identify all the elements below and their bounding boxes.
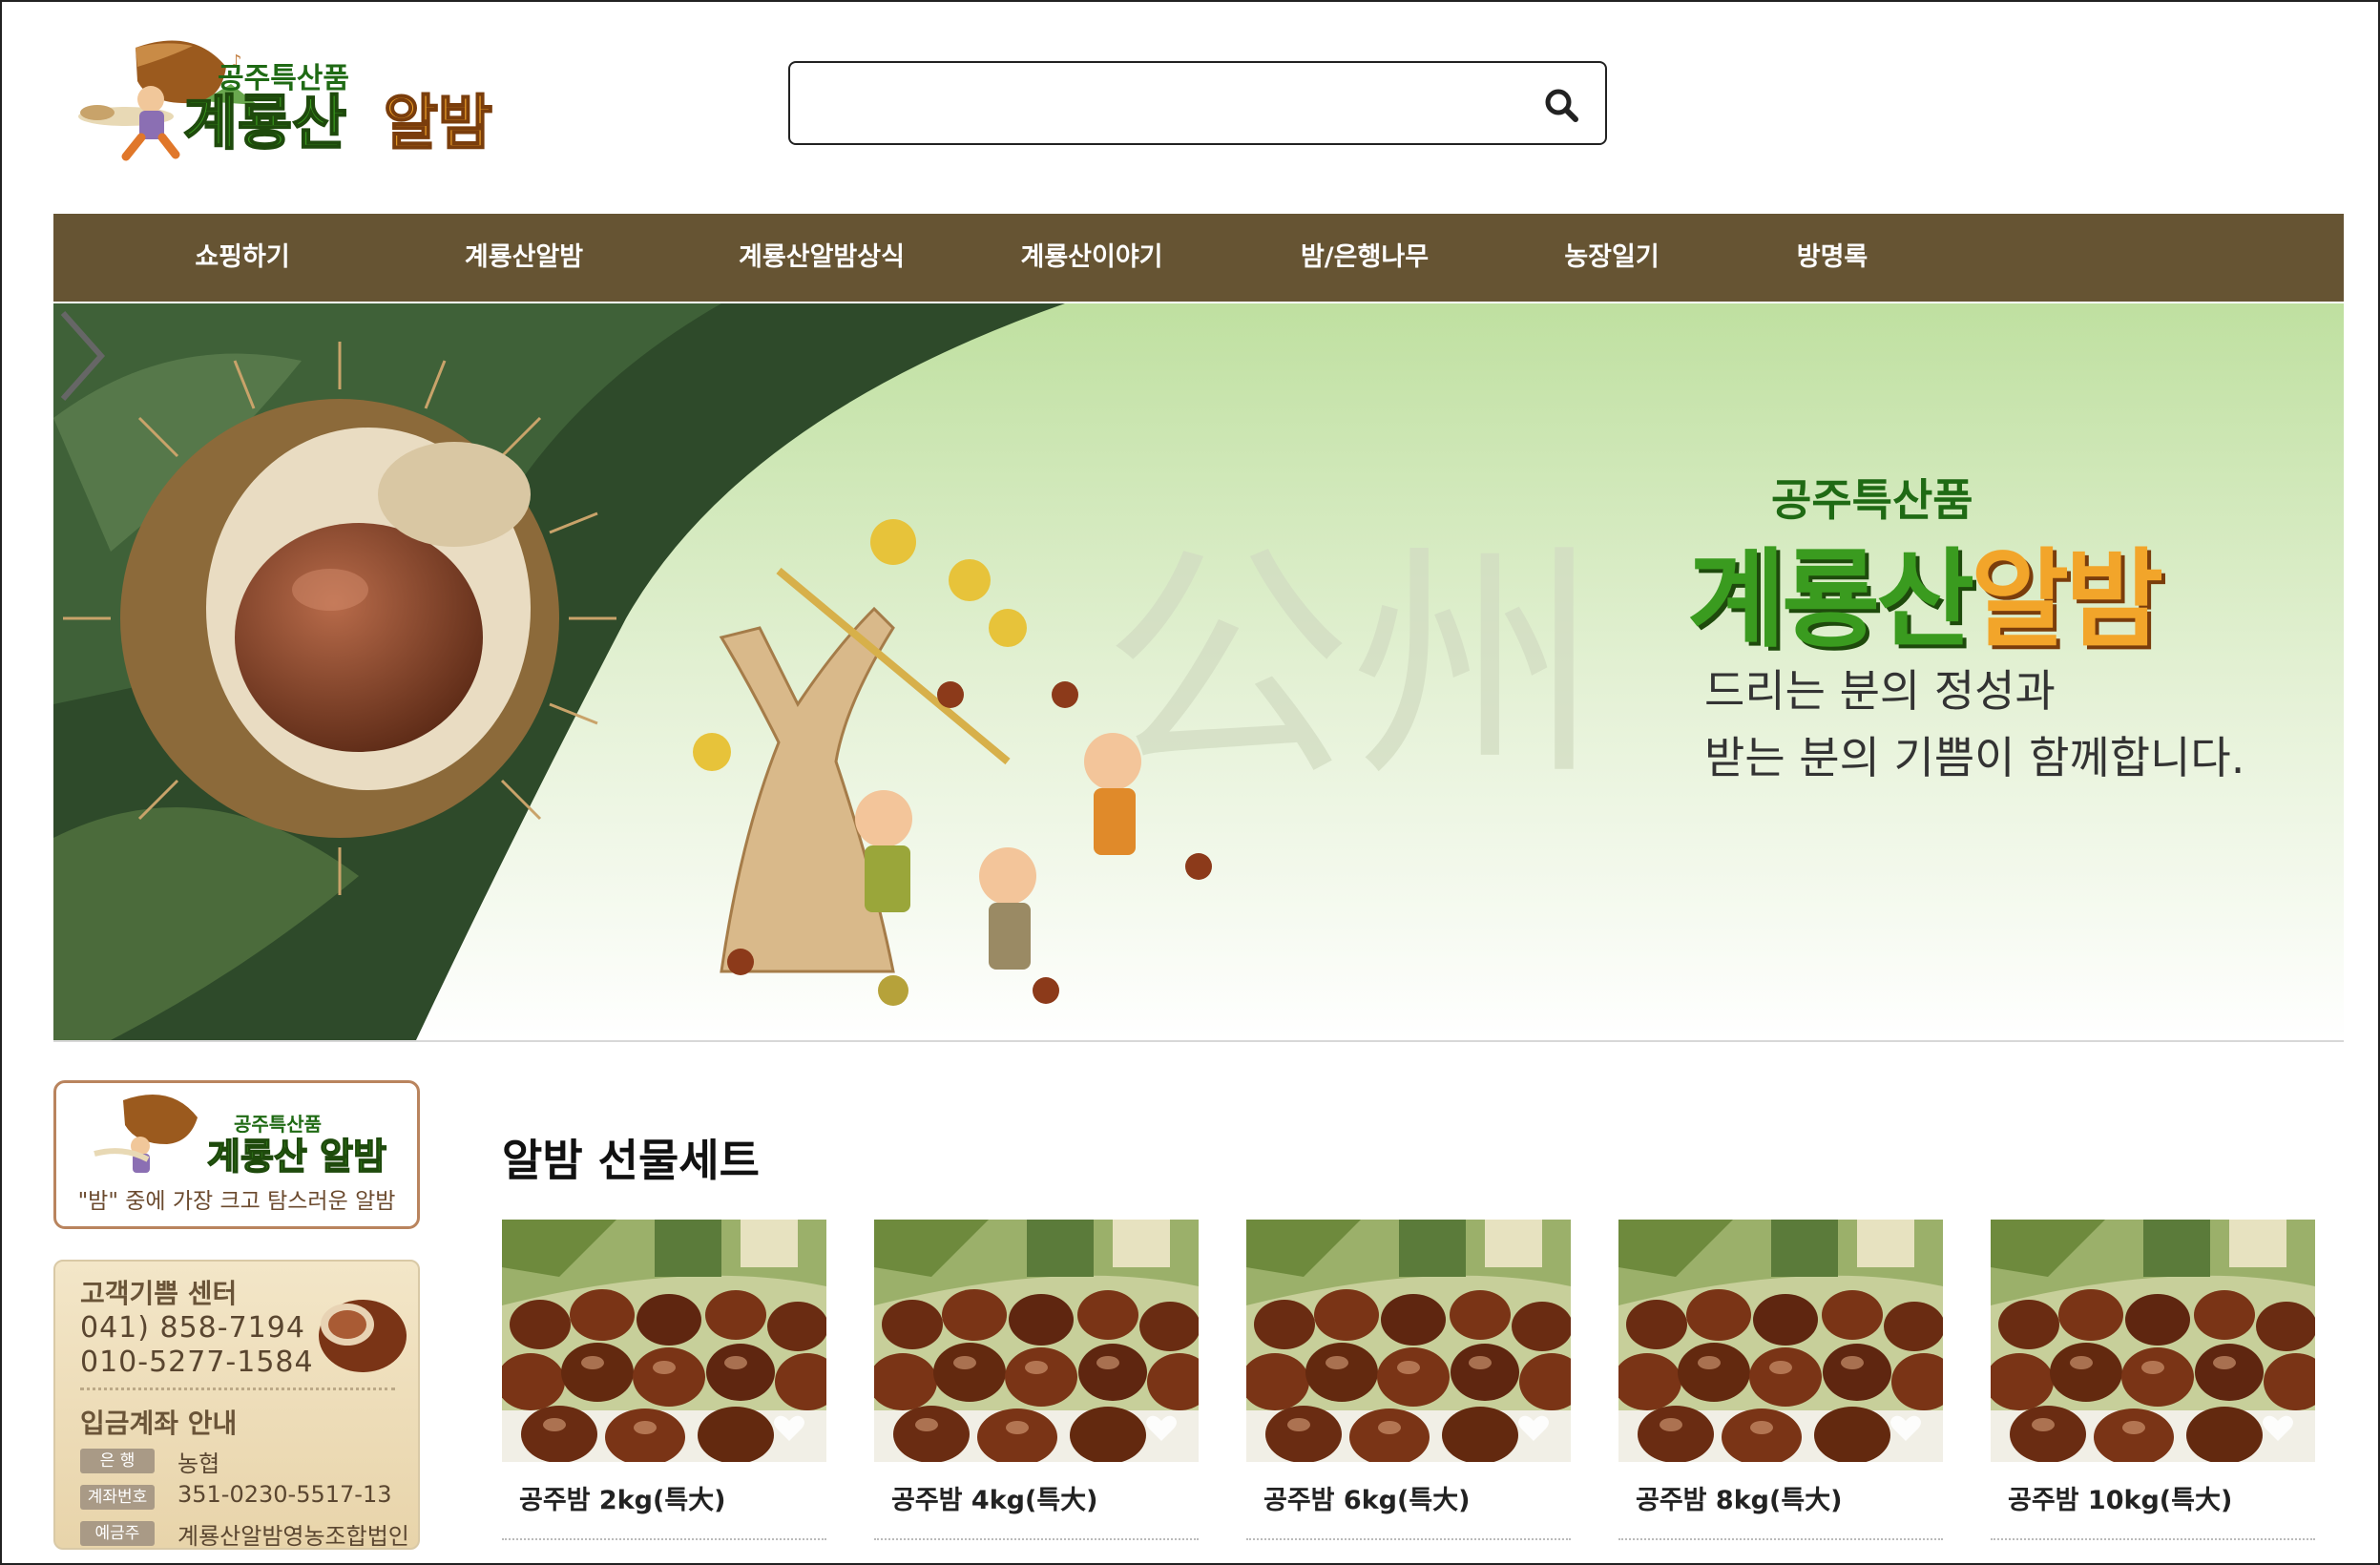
product-image[interactable] [1618, 1220, 1943, 1462]
search-box[interactable] [788, 61, 1607, 145]
site-logo[interactable]: ♪ 공주특산품 계룡산 알밤 [59, 29, 574, 172]
heart-icon[interactable] [2262, 1414, 2294, 1443]
nav-item-chestnut[interactable]: 계룡산알밤 [465, 214, 583, 302]
product-card[interactable]: 공주밤 6kg(특大) [1246, 1220, 1571, 1544]
sidebar-tagline: "밤" 중에 가장 크고 탐스러운 알밤 [77, 1189, 396, 1214]
account-number-label: 계좌번호 [80, 1485, 155, 1510]
card-divider [1618, 1538, 1943, 1540]
bank-value: 농협 [177, 1450, 220, 1477]
card-divider [874, 1538, 1199, 1540]
sidebar-logo-subtitle: 공주특산품 [234, 1113, 322, 1136]
chestnut-burr [63, 342, 616, 895]
search-input[interactable] [809, 76, 1519, 132]
search-icon[interactable] [1542, 86, 1580, 124]
heart-icon[interactable] [773, 1414, 805, 1443]
logo-name-part1: 계룡산 [183, 88, 346, 157]
bank-label: 은 행 [80, 1449, 155, 1473]
nav-item-chestnut-facts[interactable]: 계룡산알밤상식 [739, 214, 905, 302]
card-divider [1246, 1538, 1571, 1540]
customer-center-title: 고객기쁨 센터 [80, 1278, 238, 1309]
nav-item-shopping[interactable]: 쇼핑하기 [195, 214, 289, 302]
product-card[interactable]: 공주밤 2kg(특大) [502, 1220, 826, 1544]
product-name[interactable]: 공주밤 8kg(특大) [1636, 1479, 1843, 1516]
product-image[interactable] [1991, 1220, 2315, 1462]
nav-item-story[interactable]: 계룡산이야기 [1020, 214, 1162, 302]
hero-line-1: 드리는 분의 정성과 [1704, 665, 2056, 717]
hero-line-2: 받는 분의 기쁨이 함께합니다. [1704, 732, 2245, 783]
chestnut-icon [319, 1300, 407, 1372]
product-name[interactable]: 공주밤 10kg(특大) [2008, 1479, 2232, 1516]
card-divider [80, 1388, 395, 1390]
hero-watermark: 公州 [1103, 523, 1599, 811]
product-name[interactable]: 공주밤 6kg(특大) [1263, 1479, 1471, 1516]
section-title: 알밤 선물세트 [502, 1135, 760, 1186]
phone-number-1: 041) 858-7194 [80, 1311, 305, 1345]
product-image[interactable] [502, 1220, 826, 1462]
card-divider [1991, 1538, 2315, 1540]
product-image[interactable] [874, 1220, 1199, 1462]
sidebar-logo-illustration: 공주특산품 계룡산 알밤 [94, 1095, 387, 1179]
product-image[interactable] [1246, 1220, 1571, 1462]
nav-item-guestbook[interactable]: 방명록 [1797, 214, 1869, 302]
main-nav: 쇼핑하기 계룡산알밤 계룡산알밤상식 계룡산이야기 밤/은행나무 농장일기 방명… [53, 214, 2344, 302]
account-holder-value: 계룡산알밤영농조합법인 [177, 1523, 409, 1550]
sidebar-logo-name: 계룡산 알밤 [207, 1136, 386, 1178]
account-title: 입금계좌 안내 [80, 1408, 238, 1439]
product-card[interactable]: 공주밤 10kg(특大) [1991, 1220, 2315, 1544]
hero-brand-name: 계룡산알밤 [1687, 538, 2163, 662]
heart-icon[interactable] [1145, 1414, 1178, 1443]
logo-name-part2: 알밤 [384, 88, 492, 157]
product-name[interactable]: 공주밤 4kg(특大) [891, 1479, 1098, 1516]
account-number-value: 351-0230-5517-13 [177, 1481, 392, 1508]
product-card[interactable]: 공주밤 4kg(특大) [874, 1220, 1199, 1544]
heart-icon[interactable] [1889, 1414, 1922, 1443]
account-holder-label: 예금주 [80, 1521, 155, 1546]
chevron-right-icon[interactable] [53, 303, 111, 408]
logo-illustration: ♪ 공주특산품 계룡산 알밤 [78, 40, 493, 161]
nav-item-trees[interactable]: 밤/은행나무 [1301, 214, 1429, 302]
customer-center-card: 고객기쁨 센터 041) 858-7194 010-5277-1584 입금계좌… [53, 1260, 420, 1550]
phone-number-2: 010-5277-1584 [80, 1346, 314, 1379]
hero-banner[interactable]: 公州 공주특산품 계룡산알밤 드리는 분의 정성과 받는 분의 기쁨이 함께합니… [53, 303, 2344, 1042]
product-card[interactable]: 공주밤 8kg(특大) [1618, 1220, 1943, 1544]
nav-item-farm-diary[interactable]: 농장일기 [1564, 214, 1659, 302]
card-divider [502, 1538, 826, 1540]
heart-icon[interactable] [1517, 1414, 1550, 1443]
product-name[interactable]: 공주밤 2kg(특大) [519, 1479, 726, 1516]
sidebar-logo-card[interactable]: 공주특산품 계룡산 알밤 "밤" 중에 가장 크고 탐스러운 알밤 [53, 1080, 420, 1229]
